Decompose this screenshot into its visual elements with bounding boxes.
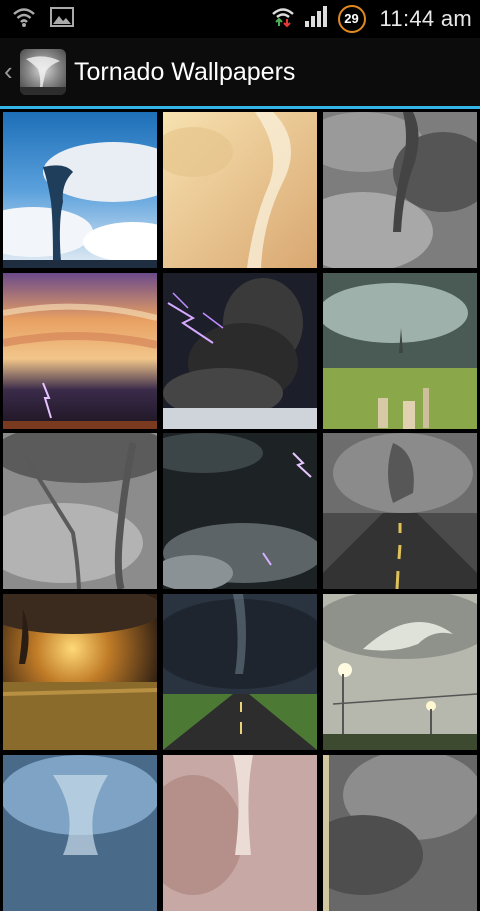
- signal-icon: [304, 4, 330, 33]
- wifi-icon: [12, 6, 36, 33]
- wallpaper-tile-14[interactable]: [163, 755, 317, 911]
- action-bar: ‹ Tornado Wallpapers: [0, 38, 480, 108]
- status-bar: 29 11:44 am: [0, 0, 480, 38]
- wallpaper-tile-9[interactable]: [323, 433, 477, 589]
- battery-icon: 29: [337, 4, 366, 33]
- wallpaper-tile-8[interactable]: [163, 433, 317, 589]
- clock: 11:44 am: [379, 5, 472, 31]
- wallpaper-tile-11[interactable]: [163, 594, 317, 750]
- wallpaper-tile-4[interactable]: [3, 273, 157, 429]
- wallpaper-tile-6[interactable]: [323, 273, 477, 429]
- wallpaper-tile-13[interactable]: [3, 755, 157, 911]
- wallpaper-tile-5[interactable]: [163, 273, 317, 429]
- sync-icon: [270, 4, 296, 33]
- status-right-icons: 29 11:44 am: [270, 4, 473, 33]
- status-left-icons: [12, 6, 74, 33]
- wallpaper-tile-2[interactable]: [163, 112, 317, 268]
- wallpaper-tile-3[interactable]: [323, 112, 477, 268]
- image-notification-icon: [50, 6, 74, 33]
- wallpaper-tile-15[interactable]: [323, 755, 477, 911]
- wallpaper-tile-7[interactable]: [3, 433, 157, 589]
- wallpaper-tile-1[interactable]: [3, 112, 157, 268]
- action-bar-divider: [0, 106, 480, 109]
- page-title: Tornado Wallpapers: [74, 58, 296, 86]
- wallpaper-tile-12[interactable]: [323, 594, 477, 750]
- chevron-left-icon[interactable]: ‹: [4, 56, 13, 87]
- tornado-app-icon[interactable]: [20, 49, 66, 95]
- wallpaper-tile-10[interactable]: [3, 594, 157, 750]
